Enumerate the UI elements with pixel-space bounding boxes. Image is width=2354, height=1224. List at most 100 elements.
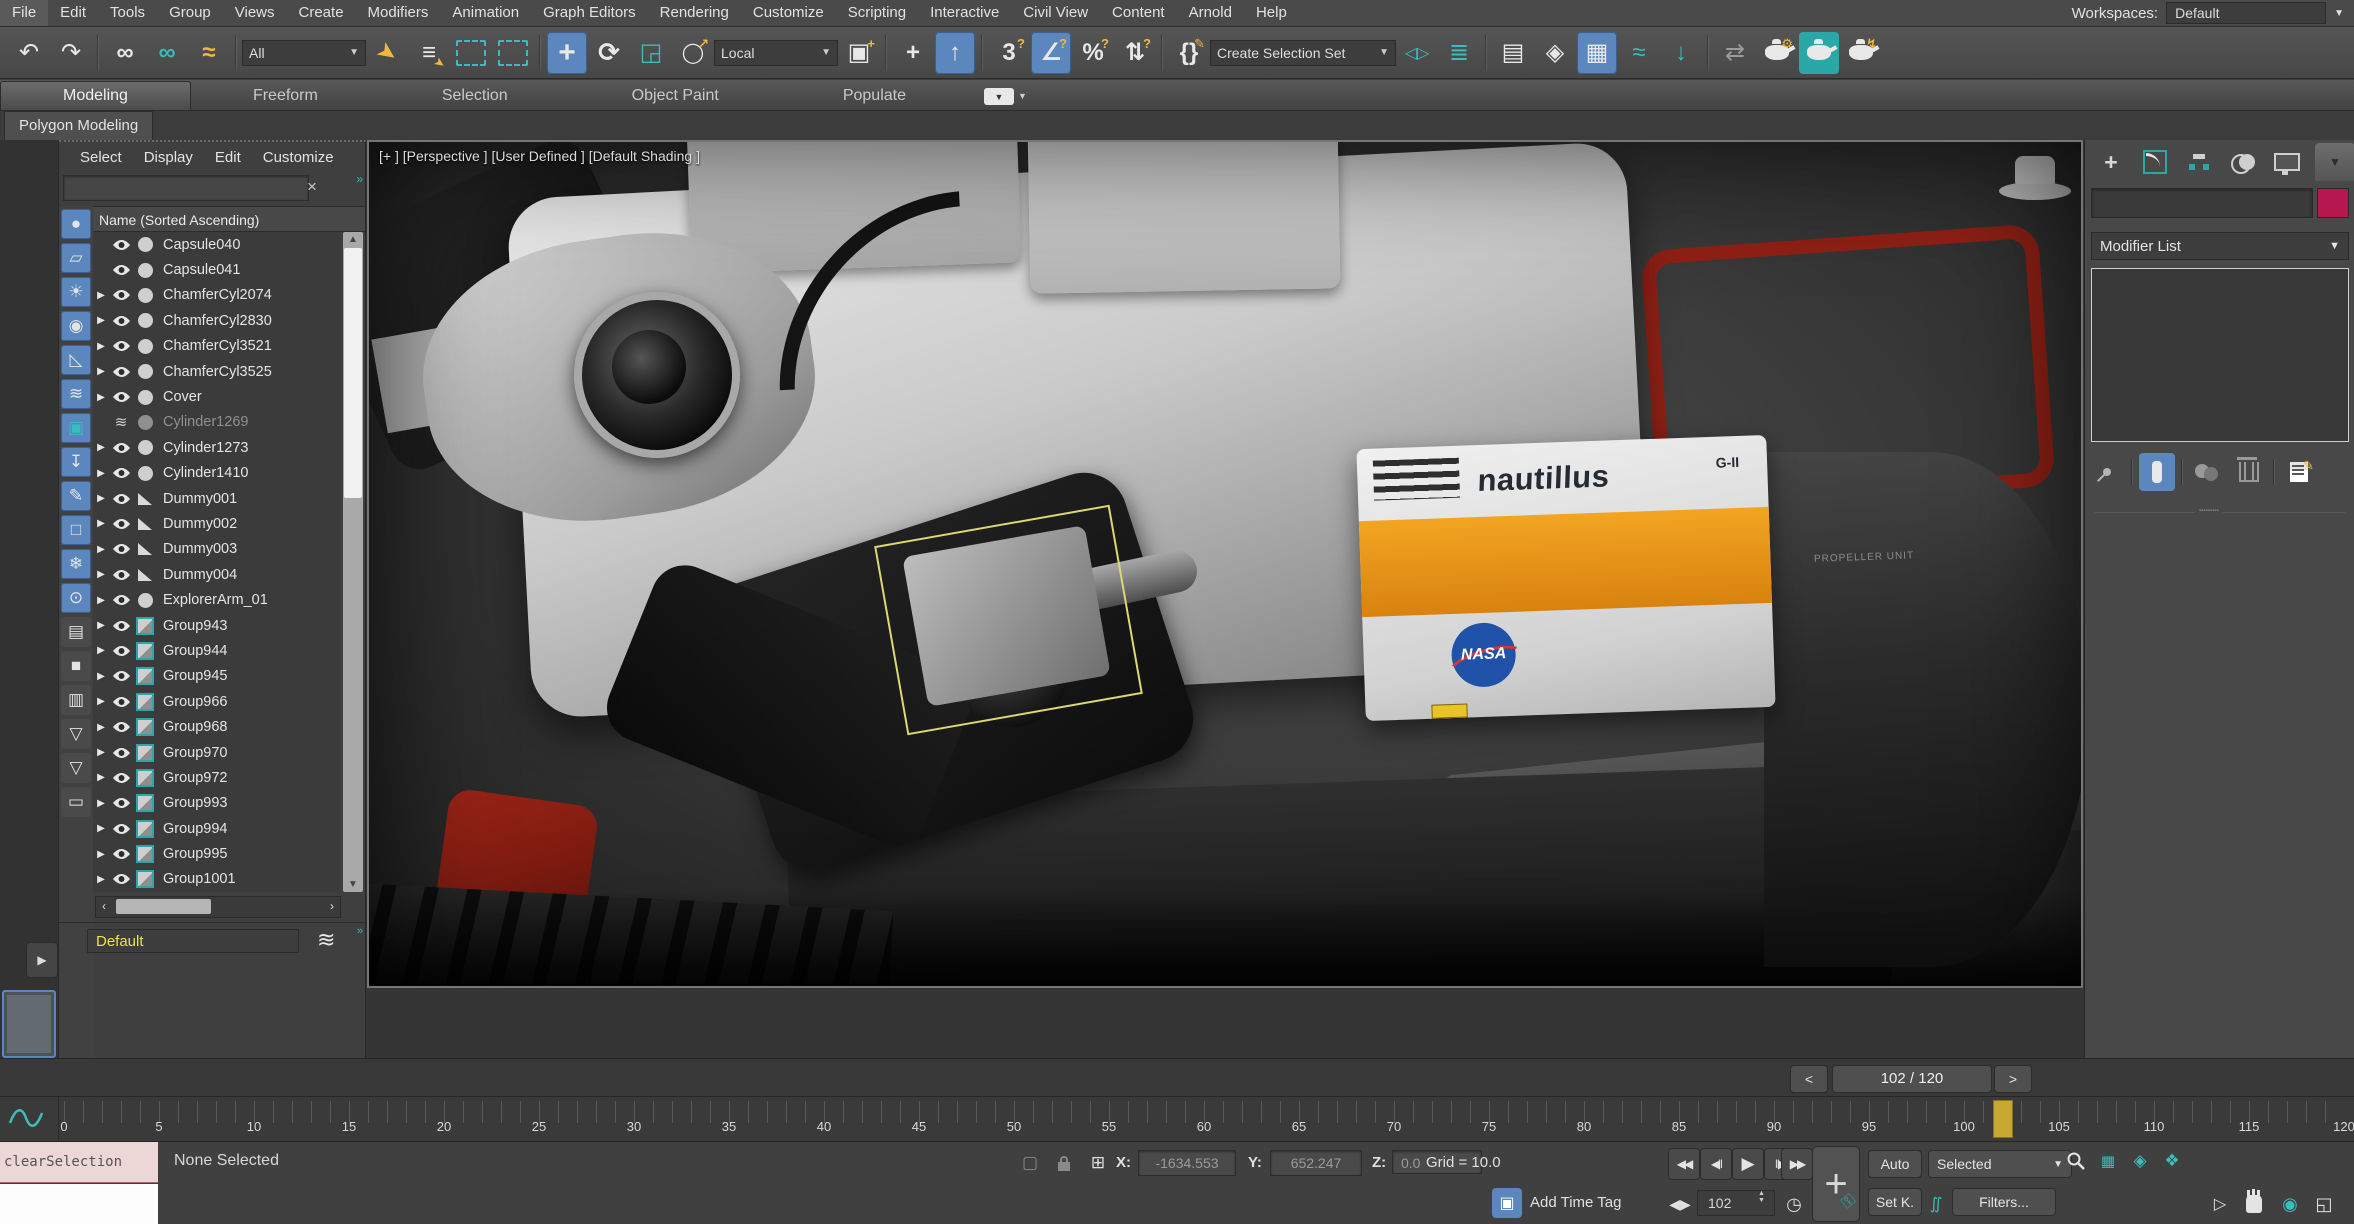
zoom-extents-all-icon[interactable]: ❖ xyxy=(2158,1148,2186,1174)
expand-arrow-icon[interactable]: ▶ xyxy=(93,341,109,352)
expand-arrow-icon[interactable]: ▶ xyxy=(93,468,109,479)
object-name[interactable]: Group944 xyxy=(157,643,228,659)
object-name[interactable]: Group968 xyxy=(157,719,228,735)
menu-item-civil-view[interactable]: Civil View xyxy=(1011,0,1100,26)
explorer-menu-customize[interactable]: Customize xyxy=(254,149,343,166)
expand-arrow-icon[interactable]: ▶ xyxy=(93,569,109,580)
visibility-eye-icon[interactable] xyxy=(109,823,133,835)
selection-filter-dropdown[interactable]: All▼ xyxy=(242,40,366,66)
y-coordinate-field[interactable]: 652.247 xyxy=(1270,1150,1362,1176)
horizontal-scrollbar[interactable]: ‹ › xyxy=(95,896,341,918)
align-button[interactable]: ≣ xyxy=(1439,32,1479,74)
select-and-place-button[interactable]: ◯↗ xyxy=(673,32,713,74)
unlink-selection-button[interactable]: ∞ xyxy=(147,32,187,74)
expand-arrow-icon[interactable]: ▶ xyxy=(93,849,109,860)
show-end-result-button[interactable] xyxy=(2139,453,2175,491)
object-name[interactable]: Group994 xyxy=(157,821,228,837)
expand-arrow-icon[interactable]: ▶ xyxy=(93,798,109,809)
visibility-eye-icon[interactable] xyxy=(109,848,133,860)
expand-arrow-icon[interactable]: ▶ xyxy=(93,823,109,834)
menu-item-animation[interactable]: Animation xyxy=(440,0,531,26)
keyboard-shortcut-override-toggle[interactable]: ↑ xyxy=(935,32,975,74)
visibility-eye-icon[interactable] xyxy=(109,721,133,733)
expand-arrow-icon[interactable]: ▶ xyxy=(93,442,109,453)
display-spacewarps-icon[interactable]: ≋ xyxy=(61,379,91,409)
scene-explorer-row[interactable]: ≋ Capsule040 xyxy=(93,232,340,257)
ribbon-panel-polygon-modeling[interactable]: Polygon Modeling xyxy=(4,111,153,141)
time-slider-handle[interactable] xyxy=(1993,1100,2013,1138)
object-name[interactable]: Group995 xyxy=(157,846,228,862)
expand-arrow-icon[interactable]: ▶ xyxy=(93,722,109,733)
visibility-eye-icon[interactable] xyxy=(109,670,133,682)
go-to-end-button[interactable]: ▶▶ xyxy=(1781,1148,1813,1180)
rectangular-selection-region-button[interactable] xyxy=(451,32,491,74)
visibility-eye-icon[interactable] xyxy=(109,467,133,479)
ribbon-tab-selection[interactable]: Selection xyxy=(380,82,570,110)
named-selection-set-combo[interactable]: Create Selection Set▼ xyxy=(1210,40,1396,66)
object-name[interactable]: ChamferCyl3521 xyxy=(157,338,272,354)
scene-explorer-row[interactable]: ▶ ≋ Group943 xyxy=(93,613,340,638)
scene-explorer-row[interactable]: ▶ ≋ Dummy003 xyxy=(93,537,340,562)
object-name[interactable]: Dummy001 xyxy=(157,491,237,507)
hidden-layers-icon[interactable]: ≋ xyxy=(109,413,133,431)
maxscript-mini-listener[interactable]: clearSelection xyxy=(0,1142,158,1183)
ribbon-options-caret-icon[interactable]: ▼ xyxy=(1018,91,1027,101)
play-button[interactable]: ▶ xyxy=(1732,1148,1764,1180)
orbit-icon[interactable]: ◉ xyxy=(2276,1190,2304,1218)
select-and-move-button[interactable]: + xyxy=(547,32,587,74)
render-setup-button[interactable]: ⚙ xyxy=(1757,32,1797,74)
scroll-up-icon[interactable]: ▲ xyxy=(343,234,363,245)
visibility-eye-icon[interactable] xyxy=(109,747,133,759)
configure-modifier-sets-button[interactable] xyxy=(2281,453,2317,491)
scroll-down-icon[interactable]: ▼ xyxy=(343,879,363,890)
maxscript-mini-listener-output[interactable] xyxy=(0,1184,158,1224)
expand-arrow-icon[interactable]: ▶ xyxy=(93,772,109,783)
visibility-eye-icon[interactable] xyxy=(109,391,133,403)
display-lights-icon[interactable]: ☀ xyxy=(61,277,91,307)
select-and-scale-button[interactable]: ◲ xyxy=(631,32,671,74)
scene-explorer-row[interactable]: ▶ ≋ Group1001 xyxy=(93,867,340,892)
rendered-frame-window-button[interactable] xyxy=(1799,32,1839,74)
scene-explorer-search-input[interactable] xyxy=(63,175,309,201)
scene-explorer-row[interactable]: ▶ ≋ Group993 xyxy=(93,791,340,816)
menu-item-arnold[interactable]: Arnold xyxy=(1177,0,1244,26)
filter-config-icon[interactable]: ▽ xyxy=(61,719,91,749)
ribbon-tab-freeform[interactable]: Freeform xyxy=(191,82,380,110)
object-name[interactable]: Group1001 xyxy=(157,871,236,887)
select-and-rotate-button[interactable]: ⟳ xyxy=(589,32,629,74)
overflow-chevron-icon[interactable]: » xyxy=(356,172,363,186)
dock-expand-button[interactable]: ▶ xyxy=(26,942,58,978)
utilities-tab-dropdown[interactable]: ▼ xyxy=(2315,143,2354,181)
time-tag-cube-icon[interactable]: ▣ xyxy=(1492,1188,1522,1218)
ribbon-minimize-icon[interactable]: ▼ xyxy=(984,88,1014,105)
spinner-snap-toggle[interactable]: ⇅? xyxy=(1115,32,1155,74)
object-name[interactable]: Group993 xyxy=(157,795,228,811)
menu-item-tools[interactable]: Tools xyxy=(98,0,157,26)
scene-explorer-row[interactable]: ▶ ≋ Dummy002 xyxy=(93,511,340,536)
expand-arrow-icon[interactable]: ▶ xyxy=(93,595,109,606)
scene-explorer-row[interactable]: ▶ ≋ Dummy001 xyxy=(93,486,340,511)
menu-item-customize[interactable]: Customize xyxy=(741,0,836,26)
object-name-field[interactable] xyxy=(2091,188,2313,218)
mini-curve-editor-icon[interactable] xyxy=(8,1105,44,1131)
go-to-start-button[interactable]: ◀◀ xyxy=(1668,1148,1700,1180)
snaps-toggle-3d[interactable]: 3? xyxy=(989,32,1029,74)
time-slider-ruler[interactable]: 0510152025303540455055606570758085909510… xyxy=(58,1097,2354,1142)
visibility-eye-icon[interactable] xyxy=(109,569,133,581)
redo-button[interactable]: ↷ xyxy=(51,32,91,74)
selection-lock-region-icon[interactable]: ▢ xyxy=(1016,1150,1044,1176)
menu-item-help[interactable]: Help xyxy=(1244,0,1299,26)
display-frozen-icon[interactable]: ❄ xyxy=(61,549,91,579)
menu-item-scripting[interactable]: Scripting xyxy=(836,0,918,26)
menu-item-views[interactable]: Views xyxy=(223,0,287,26)
pin-stack-button[interactable] xyxy=(2089,453,2125,491)
expand-arrow-icon[interactable]: ▶ xyxy=(93,645,109,656)
scene-explorer-row[interactable]: ▶ ≋ Cylinder1273 xyxy=(93,435,340,460)
search-clear-icon[interactable]: × xyxy=(307,177,317,197)
pan-table-icon[interactable]: ▦ xyxy=(2094,1148,2122,1174)
previous-frame-playback-button[interactable]: ◀‖ xyxy=(1700,1148,1732,1180)
key-selection-dropdown[interactable]: Selected▼ xyxy=(1928,1150,2072,1178)
undo-button[interactable]: ↶ xyxy=(9,32,49,74)
key-filters-curves-icon[interactable]: ∬ xyxy=(1922,1190,1950,1218)
scrollbar-thumb[interactable] xyxy=(344,248,362,498)
